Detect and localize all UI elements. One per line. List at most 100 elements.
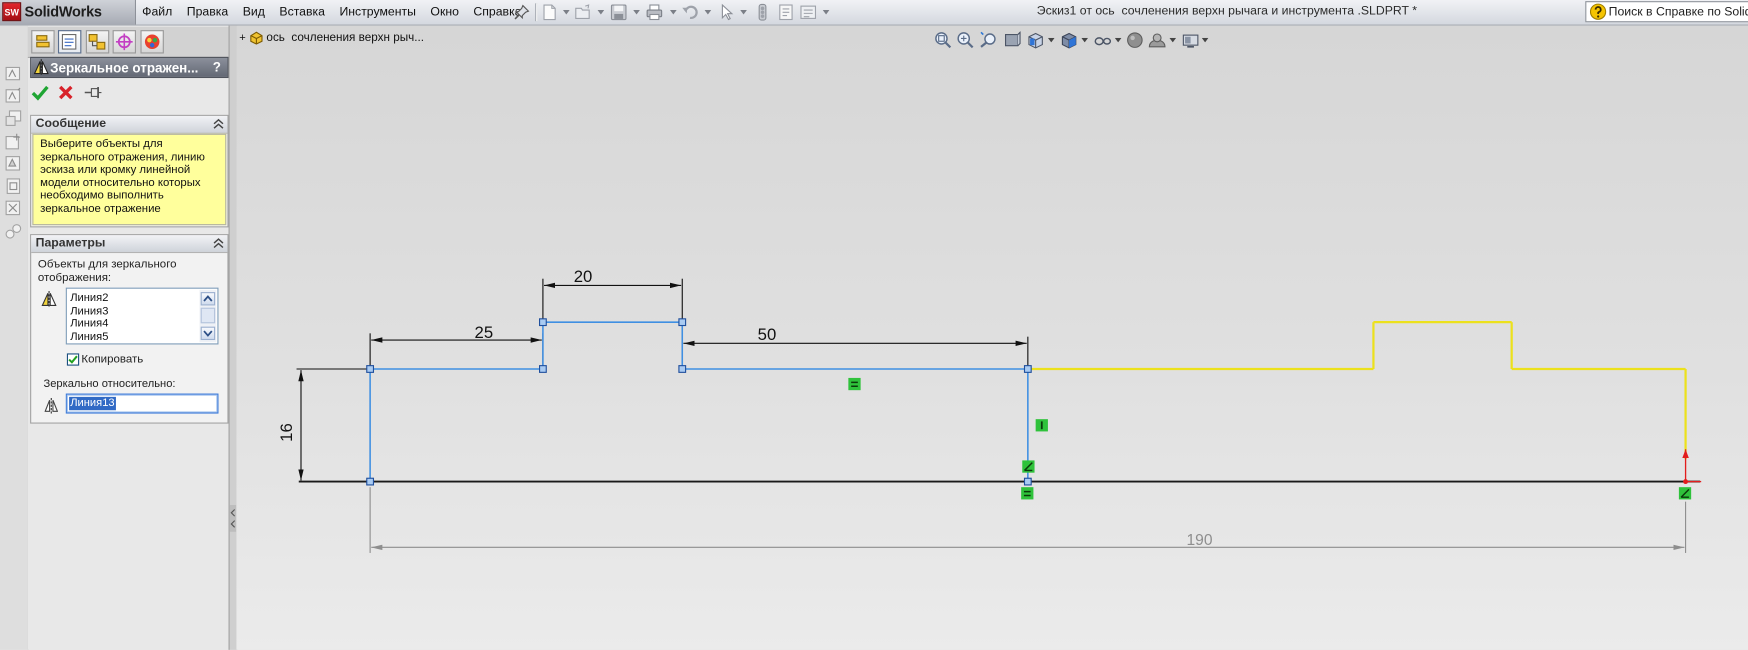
relation-coincident-icon[interactable] <box>1022 460 1035 473</box>
previous-view-icon[interactable] <box>980 31 998 49</box>
configuration-manager-tab-icon[interactable] <box>85 30 110 54</box>
open-dropdown-arrow-icon[interactable] <box>597 10 605 15</box>
splitter-collapse-handle[interactable] <box>229 505 237 532</box>
tree-expand-toggle[interactable]: + <box>237 32 247 44</box>
sketch-point[interactable] <box>1023 477 1032 486</box>
menu-tools[interactable]: Инструменты <box>332 0 423 25</box>
display-style-icon[interactable] <box>1060 31 1078 49</box>
edit-appearance-icon[interactable] <box>1126 31 1144 49</box>
view-settings-dropdown-icon[interactable] <box>1201 37 1209 43</box>
mirror-about-field[interactable]: Линия13 <box>65 393 219 414</box>
cancel-x-icon[interactable] <box>58 85 74 101</box>
smart-dimension-icon[interactable] <box>4 87 22 105</box>
dimension-190[interactable]: 190 <box>1187 532 1213 549</box>
dimxpert-manager-tab-icon[interactable] <box>112 30 137 54</box>
collapse-chevron-icon[interactable] <box>213 237 224 249</box>
relation-equal-icon[interactable] <box>1021 487 1034 500</box>
scroll-up-arrow-icon[interactable] <box>200 292 216 306</box>
feature-manager-tab-icon[interactable] <box>31 30 55 54</box>
rapid-sketch-icon[interactable] <box>4 177 22 195</box>
ok-checkmark-icon[interactable] <box>31 84 49 102</box>
view-settings-icon[interactable] <box>1182 31 1200 49</box>
display-manager-tab-icon[interactable] <box>140 30 164 54</box>
menu-file[interactable]: Файл <box>135 0 180 25</box>
relation-origin-coincident-icon[interactable] <box>1678 487 1692 500</box>
property-manager-tab-icon[interactable] <box>57 30 82 54</box>
list-item[interactable]: Линия3 <box>70 305 108 318</box>
scroll-down-arrow-icon[interactable] <box>200 326 216 341</box>
sketch-tool-icon[interactable] <box>4 65 22 83</box>
select-dropdown-arrow-icon[interactable] <box>740 10 747 15</box>
menu-window[interactable]: Окно <box>423 0 466 25</box>
copy-checkbox-label[interactable]: Копировать <box>81 353 143 366</box>
sketch-point[interactable] <box>366 365 375 373</box>
display-delete-relations-icon[interactable] <box>4 200 22 218</box>
apply-scene-icon[interactable] <box>1148 31 1166 49</box>
rebuild-icon[interactable] <box>754 3 772 21</box>
apply-scene-dropdown-icon[interactable] <box>1169 37 1177 43</box>
copy-checkbox[interactable] <box>66 353 80 366</box>
dimension-20[interactable]: 20 <box>574 267 593 286</box>
message-section: Сообщение Выберите объекты для зеркально… <box>30 114 229 228</box>
repair-sketch-icon[interactable] <box>4 133 22 151</box>
parameters-section-header[interactable]: Параметры <box>31 235 228 254</box>
dimension-16[interactable]: 16 <box>277 423 296 442</box>
relation-equal-icon[interactable] <box>848 377 861 391</box>
feature-tree-item[interactable]: ось сочленения верхн рыч... <box>266 31 424 44</box>
list-item[interactable]: Линия2 <box>70 292 108 305</box>
property-manager-header: Зеркальное отражен... ? <box>30 56 229 79</box>
keep-visible-pin-icon[interactable] <box>84 85 103 101</box>
undo-dropdown-arrow-icon[interactable] <box>704 10 712 15</box>
hide-show-items-icon[interactable] <box>1094 31 1112 49</box>
feature-tree-flyout[interactable]: + ось сочленения верхн рыч... <box>237 30 424 46</box>
options-dropdown-arrow-icon[interactable] <box>822 10 830 15</box>
dimension-50[interactable]: 50 <box>758 325 777 344</box>
help-search-input[interactable] <box>1608 3 1748 21</box>
relation-vertical-icon[interactable] <box>1035 419 1048 432</box>
menu-pin-icon[interactable] <box>513 3 531 21</box>
new-dropdown-arrow-icon[interactable] <box>562 10 570 15</box>
sketch-point[interactable] <box>1023 365 1032 373</box>
add-relation-icon[interactable] <box>4 109 22 127</box>
message-section-header[interactable]: Сообщение <box>31 115 228 134</box>
dimension-25[interactable]: 25 <box>475 323 494 342</box>
open-folder-icon[interactable] <box>574 3 592 21</box>
scroll-thumb[interactable] <box>200 307 216 324</box>
sketch-point[interactable] <box>678 365 687 373</box>
view-orientation-dropdown-icon[interactable] <box>1047 37 1055 43</box>
save-icon[interactable] <box>610 3 628 21</box>
menu-insert[interactable]: Вставка <box>272 0 332 25</box>
sketch-point[interactable] <box>366 477 375 486</box>
zoom-to-fit-icon[interactable] <box>934 31 952 49</box>
print-dropdown-arrow-icon[interactable] <box>669 10 677 15</box>
sketch-picture-icon[interactable] <box>4 155 22 173</box>
display-style-dropdown-icon[interactable] <box>1081 37 1089 43</box>
help-button[interactable]: ? <box>210 59 224 76</box>
solidworks-logo[interactable]: SW SolidWorks <box>0 0 137 25</box>
collapse-chevron-icon[interactable] <box>213 118 224 129</box>
sketch-point[interactable] <box>539 365 547 373</box>
zoom-to-area-icon[interactable] <box>956 31 974 49</box>
help-search-box[interactable] <box>1585 1 1748 23</box>
section-view-icon[interactable] <box>1003 31 1021 49</box>
listbox-scrollbar[interactable] <box>199 289 217 343</box>
view-orientation-icon[interactable] <box>1027 31 1045 49</box>
menu-edit[interactable]: Правка <box>180 0 236 25</box>
list-item[interactable]: Линия5 <box>70 331 108 344</box>
undo-icon[interactable] <box>681 3 699 21</box>
save-dropdown-arrow-icon[interactable] <box>633 10 640 15</box>
file-properties-icon[interactable] <box>777 3 795 21</box>
hide-show-items-dropdown-icon[interactable] <box>1114 37 1122 43</box>
sketch-origin[interactable] <box>1683 479 1689 485</box>
list-item[interactable]: Линия4 <box>70 318 108 331</box>
instant-3d-icon[interactable] <box>4 223 22 241</box>
new-document-icon[interactable] <box>541 3 559 21</box>
options-icon[interactable] <box>799 3 817 21</box>
print-icon[interactable] <box>645 3 663 21</box>
menu-view[interactable]: Вид <box>235 0 272 25</box>
entities-to-mirror-listbox[interactable]: Линия2 Линия3 Линия4 Линия5 <box>65 287 219 345</box>
sketch-point[interactable] <box>678 318 687 327</box>
sketch-point[interactable] <box>539 318 547 327</box>
graphics-area[interactable] <box>236 25 1748 650</box>
select-cursor-icon[interactable] <box>718 3 736 21</box>
